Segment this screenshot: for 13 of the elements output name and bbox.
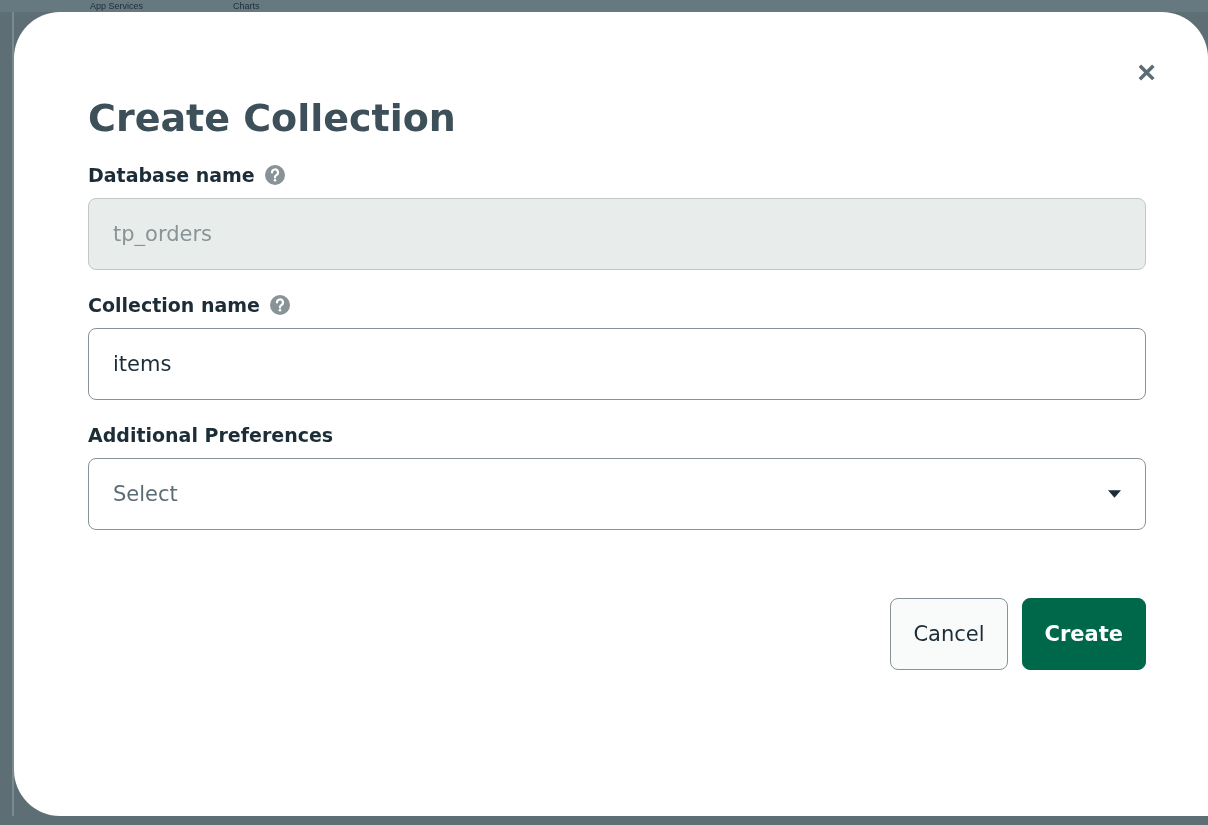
field-label: Collection name: [88, 294, 260, 316]
field-label: Additional Preferences: [88, 424, 334, 446]
background-tab-label: Charts: [233, 1, 260, 12]
background-tab-label: App Services: [90, 1, 144, 12]
close-button[interactable]: ×: [1137, 56, 1156, 88]
cancel-button[interactable]: Cancel: [890, 598, 1008, 670]
help-icon[interactable]: [270, 295, 290, 315]
caret-icon: [1108, 489, 1121, 499]
dialog-title: Create Collection: [88, 96, 456, 140]
select-dropdown[interactable]: Select: [88, 458, 1146, 530]
field-label: Database name: [88, 164, 255, 186]
create-button[interactable]: Create: [1021, 598, 1146, 670]
text-field[interactable]: items: [88, 328, 1146, 400]
